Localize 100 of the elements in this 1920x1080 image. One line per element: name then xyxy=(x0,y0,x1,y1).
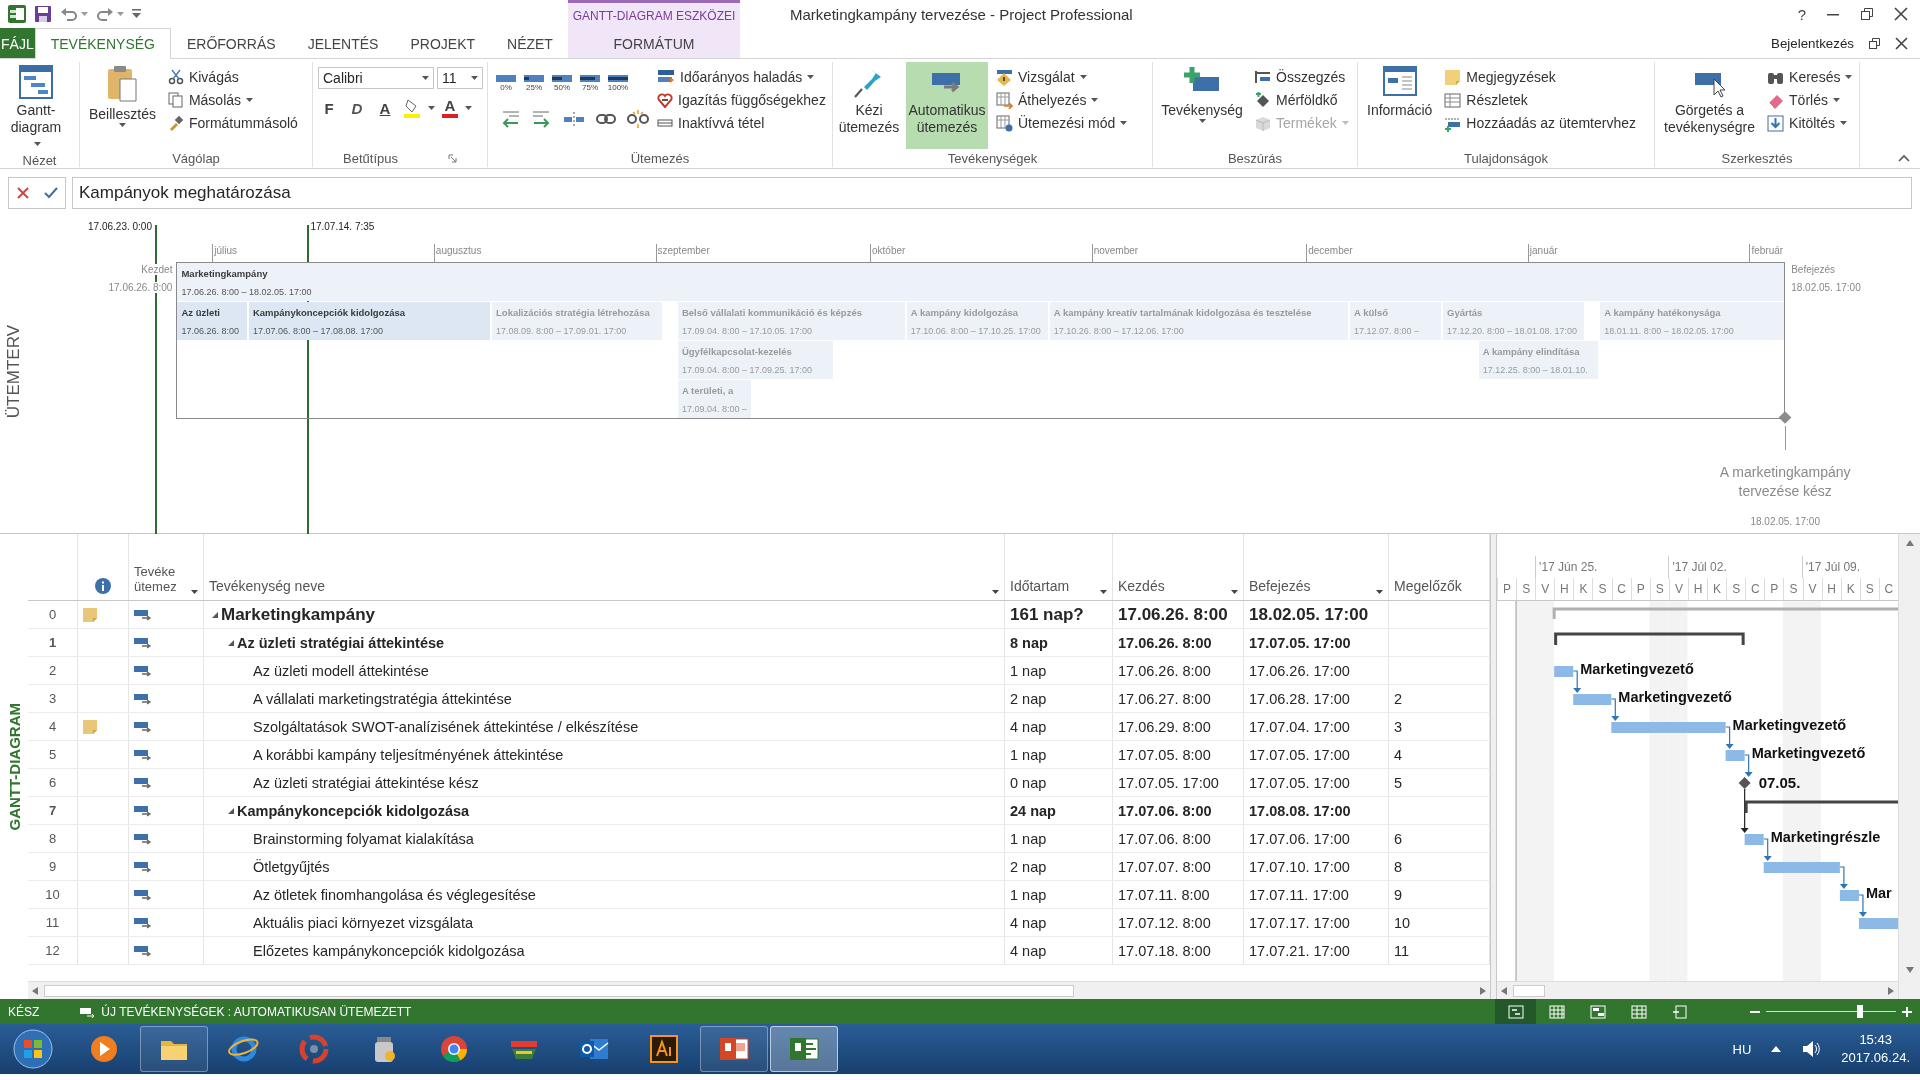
language-indicator[interactable]: HU xyxy=(1732,1041,1752,1057)
split-task-icon[interactable] xyxy=(563,109,585,129)
zoom-slider-thumb[interactable] xyxy=(1856,1005,1863,1018)
save-icon[interactable] xyxy=(34,5,52,23)
ribbon-button[interactable]: Mérföldkő xyxy=(1252,89,1351,111)
dropdown-caret-icon[interactable] xyxy=(246,98,254,102)
dropdown-caret-icon[interactable] xyxy=(1120,121,1128,125)
horizontal-scrollbar[interactable] xyxy=(1497,981,1898,999)
scroll-left-icon[interactable] xyxy=(32,986,38,995)
dialog-launcher-icon[interactable] xyxy=(447,153,457,163)
scrollbar-thumb[interactable] xyxy=(1513,984,1545,997)
ribbon-button[interactable]: Összegzés xyxy=(1252,66,1351,88)
progress-button[interactable]: 100% xyxy=(605,74,631,92)
dropdown-caret-icon[interactable] xyxy=(118,123,126,127)
taskbar-button[interactable] xyxy=(700,1026,768,1072)
scroll-up-icon[interactable] xyxy=(1905,540,1914,546)
progress-button[interactable]: 75% xyxy=(577,74,603,92)
dropdown-caret-icon[interactable] xyxy=(1832,98,1840,102)
confirm-icon[interactable] xyxy=(43,187,58,199)
dropdown-caret-icon[interactable] xyxy=(34,141,41,146)
sign-in-link[interactable]: Bejelentkezés xyxy=(1771,35,1854,51)
dropdown-caret-icon[interactable] xyxy=(1198,119,1206,123)
milestone-diamond[interactable] xyxy=(1738,777,1751,789)
gantt-view-button[interactable]: Gantt-diagram xyxy=(5,62,67,153)
dropdown-caret-icon[interactable] xyxy=(1840,121,1847,125)
ribbon-tab[interactable]: ERŐFORRÁS xyxy=(170,28,292,58)
clock-time[interactable]: 15:43 xyxy=(1859,1031,1892,1049)
insert-task-button[interactable]: Tevékenység xyxy=(1158,62,1246,149)
dropdown-caret-icon[interactable] xyxy=(471,76,478,80)
ribbon-button[interactable]: Időarányos haladás xyxy=(655,66,828,88)
dropdown-caret-icon[interactable] xyxy=(1100,590,1107,594)
show-hidden-icons-icon[interactable] xyxy=(1771,1046,1782,1052)
progress-button[interactable]: 0% xyxy=(493,74,519,92)
summary-bar[interactable] xyxy=(1554,632,1745,645)
expanded-caret-icon[interactable] xyxy=(228,807,234,814)
column-header[interactable]: Befejezés xyxy=(1249,578,1311,594)
scroll-right-icon[interactable] xyxy=(1480,986,1486,995)
expanded-caret-icon[interactable] xyxy=(228,639,234,646)
dropdown-caret-icon[interactable] xyxy=(465,106,472,110)
speaker-icon[interactable] xyxy=(1801,1040,1822,1058)
taskbar-button[interactable] xyxy=(140,1026,208,1072)
paste-button[interactable]: Beillesztés xyxy=(85,62,160,149)
column-header[interactable]: Időtartam xyxy=(1010,578,1070,594)
vertical-scrollbar[interactable] xyxy=(1898,534,1920,999)
ribbon-button[interactable]: Megjegyzések xyxy=(1442,66,1638,88)
timeline-range-handle[interactable] xyxy=(155,225,157,534)
undo-icon[interactable] xyxy=(60,6,78,22)
start-button-icon[interactable] xyxy=(12,1028,54,1070)
horizontal-scrollbar[interactable] xyxy=(28,981,1490,999)
dropdown-caret-icon[interactable] xyxy=(1845,75,1853,79)
dropdown-caret-icon[interactable] xyxy=(1376,590,1383,594)
ribbon-button[interactable]: Ütemezési mód xyxy=(994,112,1130,134)
ribbon-button[interactable]: Formátummásoló xyxy=(165,112,300,134)
close-icon[interactable] xyxy=(1894,7,1908,21)
zoom-in-icon[interactable] xyxy=(1902,1006,1912,1017)
view-shortcut-button[interactable] xyxy=(1495,999,1536,1024)
timeline-bar[interactable]: Marketingkampány 17.06.26. 8:00 – 18.02.05. 17:00 xyxy=(177,263,1785,301)
scroll-to-task-button[interactable]: Görgetés a tevékenységre xyxy=(1660,62,1760,149)
scroll-down-icon[interactable] xyxy=(1905,967,1914,973)
ribbon-tab[interactable]: PROJEKT xyxy=(394,28,492,58)
dropdown-caret-icon[interactable] xyxy=(992,590,999,594)
dropdown-caret-icon[interactable] xyxy=(1091,98,1099,102)
font-name-field[interactable]: Calibri xyxy=(318,67,434,89)
ribbon-button[interactable]: Keresés xyxy=(1765,66,1855,88)
progress-button[interactable]: 50% xyxy=(549,74,575,92)
customize-toolbar-icon[interactable] xyxy=(132,9,141,19)
column-header[interactable]: Tevéke ütemez xyxy=(134,564,184,594)
scrollbar-thumb[interactable] xyxy=(44,984,1074,997)
manual-schedule-button[interactable]: Kézi ütemezés xyxy=(838,62,900,149)
project-logo-icon[interactable] xyxy=(8,5,26,23)
task-mode-status[interactable]: ÚJ TEVÉKENYSÉGEK : AUTOMATIKUSAN ÜTEMEZETT xyxy=(101,1004,412,1019)
dropdown-caret-icon[interactable] xyxy=(807,75,815,79)
ribbon-button[interactable]: Másolás xyxy=(165,89,300,111)
ribbon-tab[interactable]: NÉZET xyxy=(491,28,569,58)
font-size-field[interactable]: 11 xyxy=(437,67,483,89)
dropdown-caret-icon[interactable] xyxy=(428,106,435,110)
ribbon-button[interactable]: Áthelyezés xyxy=(994,89,1130,111)
font-color-button[interactable]: A xyxy=(441,98,459,118)
ribbon-button[interactable]: Inaktívvá tétel xyxy=(655,112,828,134)
ribbon-button[interactable]: Vizsgálat xyxy=(994,66,1130,88)
unlink-icon[interactable] xyxy=(627,109,649,129)
close-icon[interactable] xyxy=(1895,36,1908,50)
progress-button[interactable]: 25% xyxy=(521,74,547,92)
ribbon-button[interactable]: Hozzáadás az ütemtervhez xyxy=(1442,112,1638,134)
dropdown-caret-icon[interactable] xyxy=(1079,75,1087,79)
column-header[interactable]: Kezdés xyxy=(1118,578,1165,594)
ribbon-tab[interactable]: FORMÁTUM xyxy=(568,28,740,58)
ribbon-tab[interactable]: JELENTÉS xyxy=(291,28,395,58)
ribbon-tab[interactable]: TEVÉKENYSÉG xyxy=(34,28,171,59)
dropdown-caret-icon[interactable] xyxy=(191,590,198,594)
restore-icon[interactable] xyxy=(1860,7,1874,21)
bold-button[interactable]: F xyxy=(318,97,340,119)
scroll-right-icon[interactable] xyxy=(1888,986,1894,995)
column-header[interactable]: Tevékenység neve xyxy=(209,578,325,594)
clock-date[interactable]: 2017.06.24. xyxy=(1841,1049,1910,1067)
italic-button[interactable]: D xyxy=(346,97,368,119)
entry-field[interactable]: Kampányok meghatározása xyxy=(72,177,1912,209)
ribbon-button[interactable]: Kitöltés xyxy=(1765,112,1855,134)
collapse-ribbon-icon[interactable] xyxy=(1898,154,1910,162)
auto-schedule-button[interactable]: Automatikus ütemezés xyxy=(906,62,988,149)
